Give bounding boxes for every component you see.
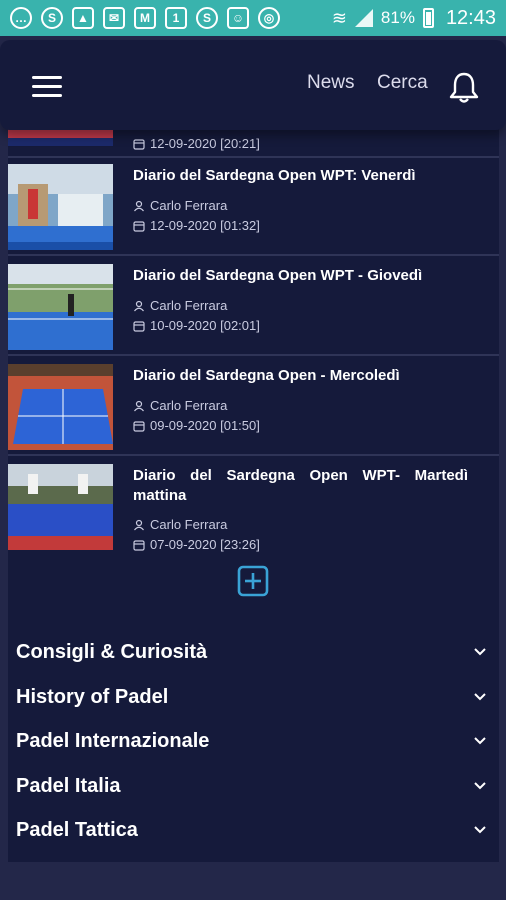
article-author-text: Carlo Ferrara — [150, 298, 228, 313]
article-thumbnail — [8, 464, 113, 550]
bell-icon[interactable] — [448, 70, 480, 104]
wifi-icon: ≋ — [331, 7, 347, 28]
calendar-icon — [133, 138, 145, 150]
article-date: 10-09-2020 [02:01] — [133, 318, 260, 333]
load-more-plus-icon[interactable] — [237, 565, 269, 597]
article-author: Carlo Ferrara — [133, 298, 227, 313]
skype-icon: S — [196, 7, 218, 29]
article-author: Carlo Ferrara — [133, 398, 227, 413]
category-tattica[interactable]: Padel Tattica — [8, 809, 499, 853]
article-date-text: 12-09-2020 [01:32] — [150, 218, 260, 233]
article-author: Carlo Ferrara — [133, 517, 227, 532]
news-panel: 12-09-2020 [20:21] Diario del Sardegna O… — [8, 88, 499, 862]
chevron-down-icon — [474, 648, 486, 656]
category-consigli[interactable]: Consigli & Curiosità — [8, 631, 499, 675]
category-label: Padel Internazionale — [16, 730, 210, 752]
user-icon — [134, 400, 144, 411]
article-author-text: Carlo Ferrara — [150, 398, 228, 413]
calendar-icon — [133, 420, 145, 432]
article-author-text: Carlo Ferrara — [150, 517, 228, 532]
chevron-down-icon — [474, 693, 486, 701]
category-label: Consigli & Curiosità — [16, 641, 208, 663]
battery-icon — [422, 8, 434, 28]
android-icon: ☺ — [227, 7, 249, 29]
category-internazionale[interactable]: Padel Internazionale — [8, 720, 499, 764]
article-date: 09-09-2020 [01:50] — [133, 418, 260, 433]
article-date: 07-09-2020 [23:26] — [133, 537, 260, 552]
calendar-icon: 1 — [165, 7, 187, 29]
article-title[interactable]: Diario del Sardegna Open WPT- Martedì ma… — [133, 466, 468, 506]
hamburger-icon[interactable] — [32, 76, 62, 98]
calendar-icon — [133, 539, 145, 551]
article-thumbnail — [8, 164, 113, 250]
app-header: News Cerca — [0, 40, 506, 130]
chrome-icon: ◎ — [258, 7, 280, 29]
chevron-down-icon — [474, 826, 486, 834]
mms-icon: ✉ — [103, 7, 125, 29]
article-author-text: Carlo Ferrara — [150, 198, 228, 213]
article-date-text: 10-09-2020 [02:01] — [150, 318, 260, 333]
category-label: Padel Italia — [16, 775, 121, 797]
article-thumbnail — [8, 264, 113, 350]
chevron-down-icon — [474, 737, 486, 745]
email-icon: M — [134, 7, 156, 29]
clock: 12:43 — [445, 6, 496, 29]
nav-search-link[interactable]: Cerca — [377, 72, 428, 94]
user-icon — [134, 200, 144, 211]
article-item[interactable]: Diario del Sardegna Open WPT - Giovedì C… — [8, 258, 499, 356]
skype-icon: S — [41, 7, 63, 29]
article-title[interactable]: Diario del Sardegna Open - Mercoledì — [133, 366, 468, 386]
article-date-text: 09-09-2020 [01:50] — [150, 418, 260, 433]
article-thumbnail — [8, 364, 113, 450]
article-item[interactable]: Diario del Sardegna Open WPT: Venerdì Ca… — [8, 158, 499, 256]
category-label: History of Padel — [16, 686, 169, 708]
article-date: 12-09-2020 [01:32] — [133, 218, 260, 233]
user-icon — [134, 300, 144, 311]
article-item[interactable]: Diario del Sardegna Open - Mercoledì Car… — [8, 358, 499, 456]
nav-news-link[interactable]: News — [307, 72, 355, 94]
chevron-down-icon — [474, 782, 486, 790]
article-title[interactable]: Diario del Sardegna Open WPT: Venerdì — [133, 166, 468, 186]
gallery-icon: ▲ — [72, 7, 94, 29]
article-date: 12-09-2020 [20:21] — [133, 136, 260, 151]
status-bar: … S ▲ ✉ M 1 S ☺ ◎ ≋ 81% 12:43 — [0, 0, 506, 36]
category-italia[interactable]: Padel Italia — [8, 765, 499, 809]
article-date-text: 12-09-2020 [20:21] — [150, 136, 260, 151]
article-title[interactable]: Diario del Sardegna Open WPT - Giovedì — [133, 266, 468, 286]
notification-icons: … S ▲ ✉ M 1 S ☺ ◎ — [0, 7, 280, 29]
article-author: Carlo Ferrara — [133, 198, 227, 213]
category-history[interactable]: History of Padel — [8, 676, 499, 720]
category-label: Padel Tattica — [16, 819, 138, 841]
signal-icon — [354, 9, 373, 27]
calendar-icon — [133, 320, 145, 332]
calendar-icon — [133, 220, 145, 232]
user-icon — [134, 519, 144, 530]
chat-icon: … — [10, 7, 32, 29]
article-date-text: 07-09-2020 [23:26] — [150, 537, 260, 552]
article-item[interactable]: Diario del Sardegna Open WPT- Martedì ma… — [8, 458, 499, 558]
battery-percent: 81% — [380, 8, 415, 27]
